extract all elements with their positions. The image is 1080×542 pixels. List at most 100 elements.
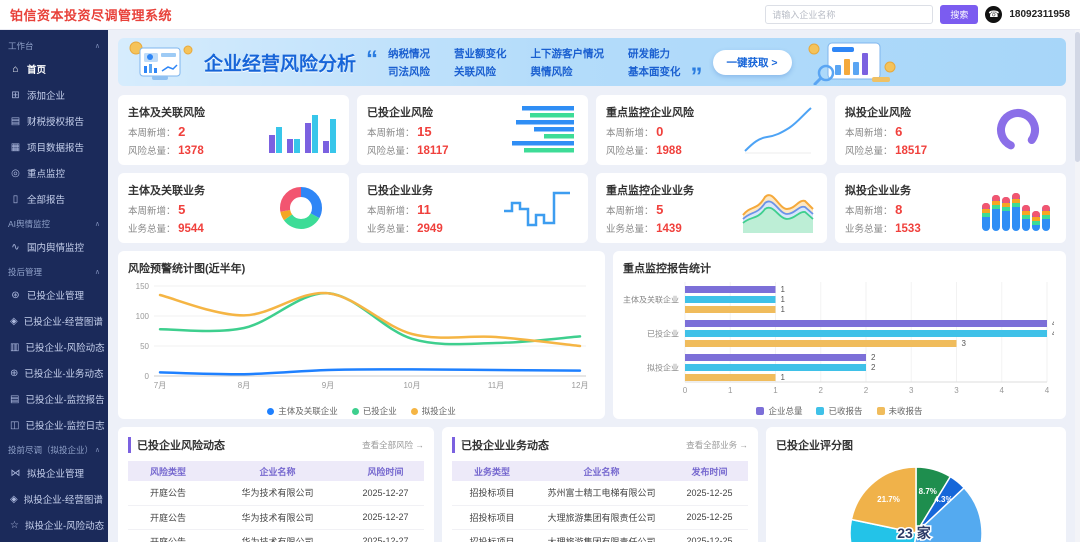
user-avatar[interactable]: ☎ <box>985 6 1002 23</box>
sidebar-item[interactable]: ∆拟投企业-业务动态 <box>0 538 108 542</box>
svg-text:10月: 10月 <box>404 381 421 390</box>
legend-marker <box>352 408 359 415</box>
table-row[interactable]: 开庭公告华为技术有限公司2025-12-27 <box>128 529 424 542</box>
stat-card-6: 重点监控企业业务 本周新增： 5 业务总量： 1439 <box>596 173 827 243</box>
app-title: 铂信资本投资尽调管理系统 <box>10 5 172 24</box>
add-company-icon: ⊞ <box>10 90 21 101</box>
stat-card-title: 主体及关联风险 <box>128 104 205 120</box>
bar-chart-title: 重点监控报告统计 <box>623 260 1056 276</box>
stat-total-value: 1533 <box>895 223 921 235</box>
svg-text:7月: 7月 <box>154 381 166 390</box>
svg-text:0: 0 <box>145 372 150 381</box>
view-all-business-link[interactable]: 查看全部业务 → <box>686 439 748 451</box>
sidebar-item[interactable]: ⊞添加企业 <box>0 82 108 108</box>
bars-vertical-mini-chart <box>263 103 339 157</box>
legend-marker <box>816 407 824 415</box>
sidebar-section-1[interactable]: AI舆情监控∧ <box>0 212 108 234</box>
svg-text:主体及关联企业: 主体及关联企业 <box>623 295 679 305</box>
svg-text:4: 4 <box>1052 329 1054 338</box>
banner-title: 企业经营风险分析 <box>204 49 356 76</box>
stat-card-7: 拟投企业业务 本周新增： 8 业务总量： 1533 <box>835 173 1066 243</box>
all-reports-icon: ▯ <box>10 194 21 205</box>
legend-item[interactable]: 拟投企业 <box>411 405 456 417</box>
table-row[interactable]: 开庭公告华为技术有限公司2025-12-27 <box>128 505 424 529</box>
one-click-get-button[interactable]: 一键获取 > <box>713 50 792 75</box>
chart-illustration <box>802 39 898 85</box>
sidebar-item[interactable]: ▤已投企业-监控报告 <box>0 386 108 412</box>
legend-item[interactable]: 未收报告 <box>877 405 923 417</box>
scrollbar-thumb[interactable] <box>1075 32 1080 162</box>
risk-table-title: 已投企业风险动态 <box>128 437 225 453</box>
stat-card-5: 已投企业业务 本周新增： 11 业务总量： 2949 <box>357 173 588 243</box>
monitor-icon: ◎ <box>10 168 21 179</box>
sidebar-section-0[interactable]: 工作台∧ <box>0 34 108 56</box>
sidebar-item[interactable]: ∿国内舆情监控 <box>0 234 108 260</box>
svg-text:1: 1 <box>728 386 733 395</box>
dashboard-illustration <box>128 40 194 84</box>
stat-new-value: 5 <box>656 202 663 217</box>
svg-text:2: 2 <box>864 386 869 395</box>
stat-new-value: 15 <box>417 124 431 139</box>
svg-text:50: 50 <box>140 342 149 351</box>
sidebar-item[interactable]: ▯全部报告 <box>0 186 108 212</box>
sidebar-item[interactable]: ▥已投企业-风险动态 <box>0 334 108 360</box>
table-row[interactable]: 招投标项目大理旅游集团有限责任公司2025-12-25 <box>452 505 748 529</box>
svg-text:23 家: 23 家 <box>897 525 931 541</box>
chevron-up-icon: ∧ <box>95 42 100 50</box>
sidebar-item[interactable]: ⊕已投企业-业务动态 <box>0 360 108 386</box>
capsules-mini-chart <box>980 181 1056 235</box>
legend-item[interactable]: 已收报告 <box>816 405 862 417</box>
table-row[interactable]: 招投标项目苏州富士精工电梯有限公司2025-12-25 <box>452 481 748 505</box>
search-input[interactable] <box>765 5 933 24</box>
stat-new-value: 8 <box>895 202 902 217</box>
svg-text:0: 0 <box>683 386 688 395</box>
manage-layers-icon: ⋈ <box>10 468 21 479</box>
main-content: 企业经营风险分析 “ 纳税情况司法风险营业额变化关联风险上下游客户情况舆情风险研… <box>108 30 1076 542</box>
svg-text:4: 4 <box>1045 386 1050 395</box>
sidebar-section-2[interactable]: 投后管理∧ <box>0 260 108 282</box>
svg-text:100: 100 <box>136 312 150 321</box>
table-row[interactable]: 招投标项目大理旅游集团有限责任公司2025-12-25 <box>452 529 748 542</box>
banner-item: 舆情风险 <box>531 64 605 79</box>
banner-item: 上下游客户情况 <box>531 46 605 61</box>
invested-business-table-panel: 已投企业业务动态 查看全部业务 → 业务类型企业名称发布时间招投标项目苏州富士精… <box>442 427 758 542</box>
table-row[interactable]: 开庭公告华为技术有限公司2025-12-27 <box>128 481 424 505</box>
risk-warning-line-chart: 0501001507月8月9月10月11月12月 <box>128 278 593 399</box>
monitor-report-icon: ▤ <box>10 394 19 405</box>
manage-icon: ⊛ <box>10 290 21 301</box>
stat-card-3: 拟投企业风险 本周新增： 6 风险总量： 18517 <box>835 95 1066 165</box>
sidebar-item[interactable]: ⌂首页 <box>0 56 108 82</box>
svg-text:1: 1 <box>781 295 786 304</box>
stat-card-0: 主体及关联风险 本周新增： 2 风险总量： 1378 <box>118 95 349 165</box>
legend-item[interactable]: 已投企业 <box>352 405 397 417</box>
banner-item: 司法风险 <box>388 64 430 79</box>
sidebar-item[interactable]: ⊛已投企业管理 <box>0 282 108 308</box>
legend-item[interactable]: 主体及关联企业 <box>267 405 338 417</box>
sidebar-item[interactable]: ◈已投企业-经营图谱 <box>0 308 108 334</box>
table-header: 企业名称 <box>208 461 347 481</box>
bar-chart-legend: 企业总量 已收报告 未收报告 <box>623 405 1056 417</box>
chevron-up-icon: ∧ <box>95 220 100 228</box>
pulse-icon: ∿ <box>10 242 21 253</box>
svg-text:150: 150 <box>136 282 150 291</box>
view-all-risks-link[interactable]: 查看全部风险 → <box>362 439 424 451</box>
svg-text:3: 3 <box>962 339 967 348</box>
sidebar-item[interactable]: ☆拟投企业-风险动态 <box>0 512 108 538</box>
sidebar-item[interactable]: ◈拟投企业-经营图谱 <box>0 486 108 512</box>
search-button[interactable]: 搜索 <box>940 5 978 24</box>
svg-text:1: 1 <box>781 305 786 314</box>
legend-item[interactable]: 企业总量 <box>756 405 802 417</box>
sidebar-item[interactable]: ◎重点监控 <box>0 160 108 186</box>
legend-marker <box>411 408 418 415</box>
page-scrollbar[interactable] <box>1075 30 1080 542</box>
sidebar-section-3[interactable]: 投前尽调（拟投企业）∧ <box>0 438 108 460</box>
sidebar-item[interactable]: ◫已投企业-监控日志 <box>0 412 108 438</box>
svg-text:8月: 8月 <box>238 381 250 390</box>
sidebar-item[interactable]: ▦项目数据报告 <box>0 134 108 160</box>
chevron-up-icon: ∧ <box>95 268 100 276</box>
stat-new-value: 5 <box>178 202 185 217</box>
sidebar-item[interactable]: ▤财税授权报告 <box>0 108 108 134</box>
sidebar-item[interactable]: ⋈拟投企业管理 <box>0 460 108 486</box>
svg-text:4: 4 <box>1000 386 1005 395</box>
stat-new-value: 0 <box>656 124 663 139</box>
